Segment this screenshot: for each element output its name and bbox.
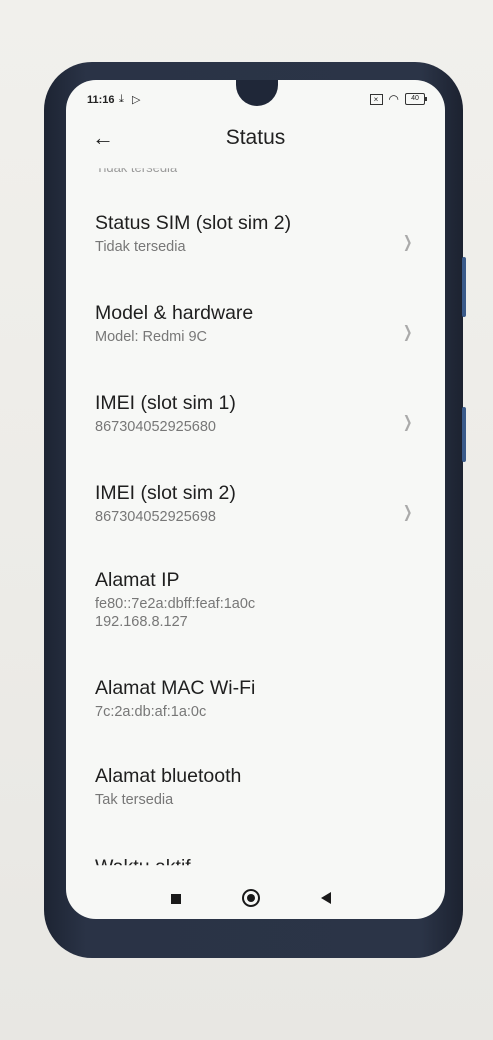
list-item-sim-status-slot2[interactable]: Status SIM (slot sim 2) Tidak tersedia ❯ — [66, 210, 445, 300]
item-title: IMEI (slot sim 2) — [95, 482, 236, 504]
list-item-bluetooth-address: Alamat bluetooth Tak tersedia — [66, 763, 445, 843]
recents-button[interactable] — [171, 894, 181, 904]
item-title: Status SIM (slot sim 2) — [95, 212, 292, 234]
item-subtitle: Tidak tersedia — [95, 239, 186, 255]
sim-off-icon: × — [369, 93, 383, 105]
partial-list-item-bottom: Waktu aktif — [95, 856, 191, 878]
item-title: Alamat IP — [95, 569, 180, 591]
item-title: Alamat bluetooth — [95, 765, 242, 787]
item-subtitle: Model: Redmi 9C — [95, 329, 208, 345]
power-button — [462, 407, 466, 462]
item-title: IMEI (slot sim 1) — [95, 392, 236, 414]
navigation-bar — [66, 879, 445, 919]
item-subtitle: 867304052925698 — [95, 509, 216, 525]
list-item-ip-address: Alamat IP fe80::7e2a:dbff:feaf:1a0c 192.… — [66, 567, 445, 675]
app-header: ← Status — [66, 120, 445, 160]
status-list: Status SIM (slot sim 2) Tidak tersedia ❯… — [66, 210, 445, 843]
wifi-icon: ◠ — [388, 92, 399, 106]
list-item-imei-slot1[interactable]: IMEI (slot sim 1) 867304052925680 ❯ — [66, 390, 445, 480]
item-title: Alamat MAC Wi-Fi — [95, 677, 256, 699]
chevron-right-icon: ❯ — [402, 234, 412, 251]
item-subtitle: 867304052925680 — [95, 419, 216, 435]
download-icon: ⤓ — [119, 93, 124, 105]
chevron-right-icon: ❯ — [402, 414, 412, 431]
page-title: Status — [225, 126, 286, 149]
chevron-right-icon: ❯ — [402, 324, 412, 341]
item-subtitle: Tak tersedia — [95, 792, 174, 808]
status-time: 11:16 — [87, 94, 115, 106]
list-item-imei-slot2[interactable]: IMEI (slot sim 2) 867304052925698 ❯ — [66, 480, 445, 567]
item-title: Model & hardware — [95, 302, 254, 324]
home-button[interactable] — [242, 889, 260, 907]
list-item-wifi-mac: Alamat MAC Wi-Fi 7c:2a:db:af:1a:0c — [66, 675, 445, 763]
chevron-right-icon: ❯ — [402, 504, 412, 521]
play-store-icon: ▷ — [132, 94, 141, 106]
item-subtitle: 7c:2a:db:af:1a:0c — [95, 704, 207, 720]
list-item-model-hardware[interactable]: Model & hardware Model: Redmi 9C ❯ — [66, 300, 445, 390]
partial-list-item-top: Tidak tersedia — [96, 160, 178, 175]
item-subtitle: fe80::7e2a:dbff:feaf:1a0c — [95, 596, 256, 612]
back-button[interactable] — [321, 892, 331, 904]
screen: 11:16 ⤓ ▷ × ◠ 40 ← Status Tidak tersedia… — [66, 80, 445, 919]
battery-icon: 40 — [405, 93, 427, 105]
item-subtitle-2: 192.168.8.127 — [95, 614, 188, 630]
volume-button — [462, 257, 466, 317]
